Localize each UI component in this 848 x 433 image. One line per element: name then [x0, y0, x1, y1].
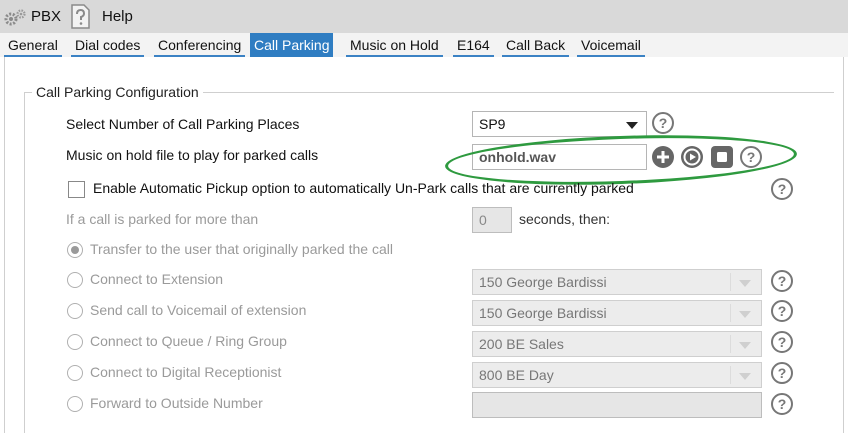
- help-circle-icon[interactable]: ?: [771, 331, 793, 353]
- parking-places-label: Select Number of Call Parking Places: [66, 116, 300, 132]
- digital-receptionist-label: Connect to Digital Receptionist: [90, 364, 282, 380]
- help-circle-icon[interactable]: ?: [740, 146, 762, 168]
- queue-radio[interactable]: [67, 334, 83, 350]
- gears-icon[interactable]: [3, 8, 27, 26]
- voicemail-label: Send call to Voicemail of extension: [90, 302, 307, 318]
- chevron-down-icon: [739, 373, 751, 380]
- help-icon[interactable]: [68, 3, 92, 30]
- top-toolbar: PBX Help: [0, 0, 848, 33]
- select-separator: [730, 273, 731, 291]
- auto-pickup-label: Enable Automatic Pickup option to automa…: [93, 180, 634, 196]
- help-menu[interactable]: Help: [102, 8, 133, 25]
- tab-conferencing[interactable]: Conferencing: [154, 33, 246, 57]
- connect-extension-select[interactable]: 150 George Bardissi: [472, 269, 762, 295]
- outside-number-input[interactable]: [472, 392, 762, 418]
- queue-value: 200 BE Sales: [479, 336, 564, 352]
- outside-number-radio[interactable]: [67, 396, 83, 412]
- select-separator: [730, 366, 731, 384]
- select-separator: [730, 304, 731, 322]
- chevron-down-icon: [739, 311, 751, 318]
- help-circle-icon[interactable]: ?: [652, 112, 674, 134]
- help-circle-icon[interactable]: ?: [771, 178, 793, 200]
- parking-places-select[interactable]: SP9: [472, 111, 647, 137]
- select-separator: [730, 335, 731, 353]
- outside-number-label: Forward to Outside Number: [90, 395, 263, 411]
- parked-duration-label: If a call is parked for more than: [66, 211, 259, 227]
- add-icon[interactable]: [652, 146, 674, 168]
- voicemail-select[interactable]: 150 George Bardissi: [472, 300, 762, 326]
- auto-pickup-checkbox[interactable]: [68, 181, 85, 198]
- digital-receptionist-value: 800 BE Day: [479, 367, 554, 383]
- connect-extension-label: Connect to Extension: [90, 271, 224, 287]
- tab-e164[interactable]: E164: [453, 33, 494, 57]
- queue-select[interactable]: 200 BE Sales: [472, 331, 762, 357]
- help-circle-icon[interactable]: ?: [771, 393, 793, 415]
- help-circle-icon[interactable]: ?: [771, 362, 793, 384]
- moh-file-label: Music on hold file to play for parked ca…: [66, 147, 319, 163]
- tab-general[interactable]: General: [4, 33, 62, 57]
- transfer-radio[interactable]: [67, 242, 83, 258]
- tab-call-parking[interactable]: Call Parking: [250, 33, 334, 57]
- seconds-then-label: seconds, then:: [519, 211, 611, 227]
- moh-file-input[interactable]: onhold.wav: [472, 144, 647, 170]
- help-circle-icon[interactable]: ?: [771, 300, 793, 322]
- connect-extension-value: 150 George Bardissi: [479, 274, 607, 290]
- transfer-label: Transfer to the user that originally par…: [90, 241, 393, 257]
- parking-places-value: SP9: [479, 116, 506, 132]
- pbx-menu[interactable]: PBX: [31, 8, 61, 25]
- tab-bar: General Dial codes Conferencing Call Par…: [0, 33, 848, 57]
- digital-receptionist-select[interactable]: 800 BE Day: [472, 362, 762, 388]
- tab-music-on-hold[interactable]: Music on Hold: [346, 33, 443, 57]
- seconds-input[interactable]: 0: [472, 207, 512, 233]
- help-circle-icon[interactable]: ?: [771, 270, 793, 292]
- stop-icon[interactable]: [711, 146, 733, 168]
- voicemail-radio[interactable]: [67, 303, 83, 319]
- queue-label: Connect to Queue / Ring Group: [90, 333, 287, 349]
- connect-extension-radio[interactable]: [67, 272, 83, 288]
- tab-dial-codes[interactable]: Dial codes: [71, 33, 145, 57]
- tab-voicemail[interactable]: Voicemail: [577, 33, 645, 57]
- play-icon[interactable]: [681, 146, 703, 168]
- tab-call-back[interactable]: Call Back: [502, 33, 570, 57]
- chevron-down-icon: [739, 280, 751, 287]
- group-title: Call Parking Configuration: [32, 84, 203, 100]
- chevron-down-icon: [739, 342, 751, 349]
- voicemail-value: 150 George Bardissi: [479, 305, 607, 321]
- digital-receptionist-radio[interactable]: [67, 365, 83, 381]
- chevron-down-icon: [626, 122, 638, 129]
